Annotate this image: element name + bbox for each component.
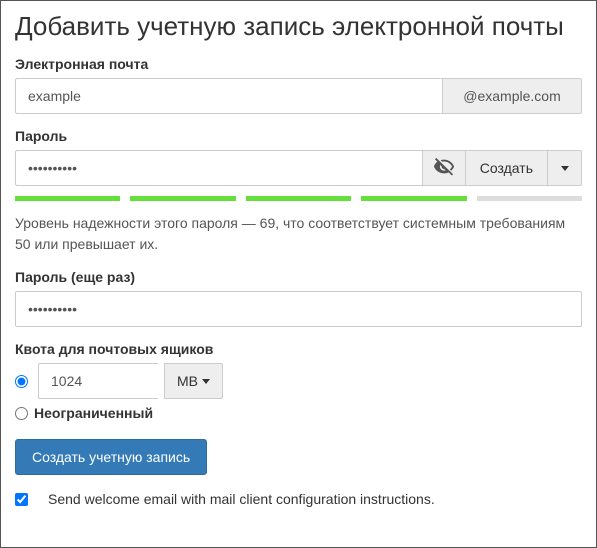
quota-unit-dropdown-button[interactable]: MB bbox=[164, 363, 223, 399]
password-strength-meter bbox=[15, 196, 582, 201]
strength-segment bbox=[246, 196, 351, 201]
create-account-button[interactable]: Создать учетную запись bbox=[15, 439, 207, 475]
password-confirm-input[interactable] bbox=[15, 291, 582, 327]
strength-segment bbox=[477, 196, 582, 201]
email-domain-addon: @example.com bbox=[442, 78, 582, 114]
email-label: Электронная почта bbox=[15, 56, 582, 72]
quota-value-input[interactable] bbox=[38, 363, 158, 399]
strength-segment bbox=[361, 196, 466, 201]
send-welcome-label: Send welcome email with mail client conf… bbox=[48, 491, 435, 507]
generate-password-button[interactable]: Создать bbox=[466, 150, 548, 186]
strength-segment bbox=[130, 196, 235, 201]
password-input[interactable] bbox=[15, 150, 422, 186]
strength-segment bbox=[15, 196, 120, 201]
toggle-password-visibility-button[interactable] bbox=[422, 150, 466, 186]
quota-unit-label: MB bbox=[177, 373, 198, 389]
quota-limited-radio[interactable] bbox=[15, 375, 28, 388]
send-welcome-checkbox[interactable] bbox=[15, 493, 28, 506]
caret-down-icon bbox=[561, 166, 569, 171]
password-options-dropdown-button[interactable] bbox=[548, 150, 582, 186]
password-confirm-label: Пароль (еще раз) bbox=[15, 269, 582, 285]
caret-down-icon bbox=[202, 379, 210, 384]
quota-label: Квота для почтовых ящиков bbox=[15, 341, 582, 357]
email-input[interactable] bbox=[15, 78, 442, 114]
password-strength-text: Уровень надежности этого пароля — 69, чт… bbox=[15, 213, 582, 255]
quota-unlimited-label: Неограниченный bbox=[34, 405, 153, 421]
page-title: Добавить учетную запись электронной почт… bbox=[15, 11, 582, 42]
quota-unlimited-radio[interactable] bbox=[15, 407, 28, 420]
password-label: Пароль bbox=[15, 128, 582, 144]
eye-off-icon bbox=[433, 156, 455, 181]
